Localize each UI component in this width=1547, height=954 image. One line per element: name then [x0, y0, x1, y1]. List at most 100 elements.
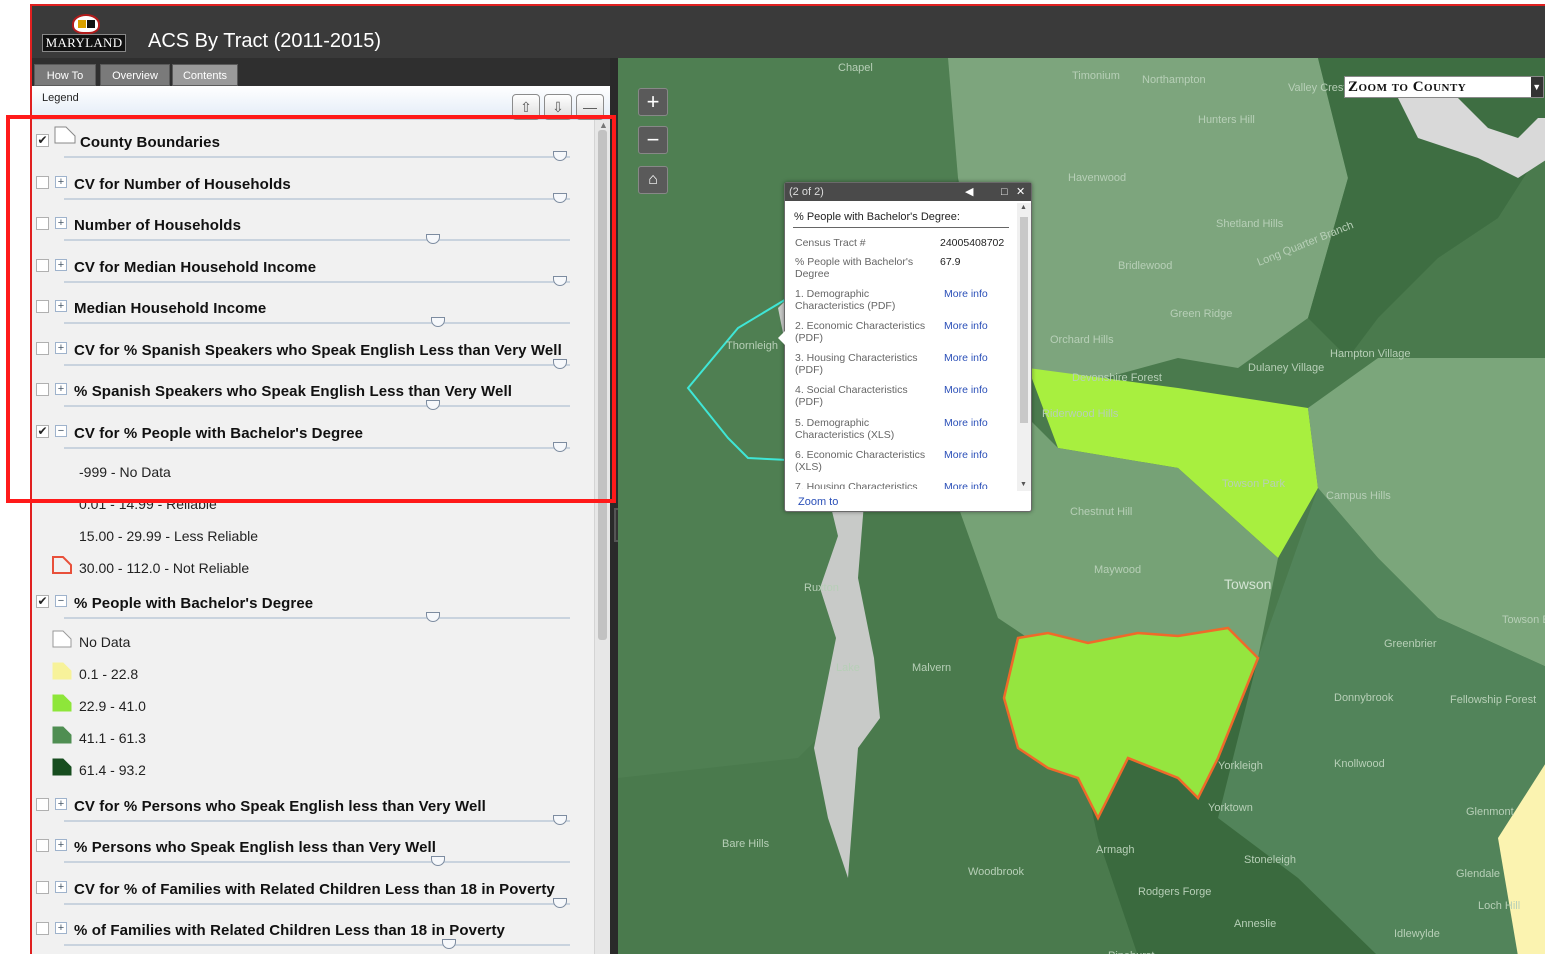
transparency-slider[interactable] — [64, 939, 570, 949]
slider-handle[interactable] — [552, 151, 567, 161]
previous-feature-icon[interactable]: ◀ — [965, 183, 973, 201]
expand-icon[interactable]: + — [55, 217, 67, 229]
collapse-icon[interactable]: − — [55, 425, 67, 437]
layer-name: % of Families with Related Children Less… — [74, 922, 506, 939]
layer-visibility-checkbox[interactable] — [36, 259, 49, 272]
zoom-in-button[interactable]: + — [638, 88, 668, 116]
expand-icon[interactable]: + — [55, 176, 67, 188]
layer-visibility-checkbox[interactable] — [36, 383, 49, 396]
popup-field-value: 67.9 — [940, 256, 961, 268]
home-button[interactable]: ⌂ — [638, 166, 668, 194]
more-info-link[interactable]: More info — [944, 288, 988, 300]
transparency-slider[interactable] — [64, 151, 570, 161]
layer-visibility-checkbox[interactable] — [36, 922, 49, 935]
maximize-icon[interactable]: □ — [1001, 183, 1008, 201]
expand-icon[interactable]: + — [55, 259, 67, 271]
layer-visibility-checkbox[interactable]: ✔ — [36, 134, 49, 147]
layer-visibility-checkbox[interactable] — [36, 176, 49, 189]
expand-icon[interactable]: + — [55, 922, 67, 934]
zoom-out-button[interactable]: − — [638, 126, 668, 154]
zoom-to-county-select[interactable]: Zoom to County ▼ — [1344, 76, 1544, 98]
layer-visibility-checkbox[interactable]: ✔ — [36, 595, 49, 608]
move-down-button[interactable]: ⇩ — [544, 94, 572, 120]
slider-handle[interactable] — [426, 400, 441, 410]
map-view[interactable]: Chapel Timonium Northampton Valley Crest Hun… — [618, 58, 1547, 954]
legend-title: Legend — [42, 92, 79, 104]
layer-visibility-checkbox[interactable] — [36, 798, 49, 811]
slider-handle[interactable] — [431, 317, 446, 327]
more-info-link[interactable]: More info — [944, 449, 988, 461]
layer-visibility-checkbox[interactable] — [36, 839, 49, 852]
scroll-up-icon[interactable]: ▲ — [599, 120, 608, 130]
more-info-link[interactable]: More info — [944, 320, 988, 332]
map-place-label: Chestnut Hill — [1070, 506, 1133, 518]
slider-handle[interactable] — [552, 442, 567, 452]
layer-name: CV for % of Families with Related Childr… — [74, 881, 555, 898]
more-info-link[interactable]: More info — [944, 417, 988, 429]
slider-handle[interactable] — [426, 612, 441, 622]
map-place-label: Hampton Village — [1330, 348, 1411, 360]
popup-field-name: 6. Economic Characteristics (XLS) — [795, 449, 926, 473]
map-place-label: Maywood — [1094, 564, 1142, 576]
layer-list: ✔ County Boundaries + CV for Number of Hous… — [32, 120, 594, 954]
map-place-label: Chapel — [838, 62, 873, 74]
collapse-all-button[interactable]: — — [576, 94, 604, 120]
legend-label: 30.00 - 112.0 - Not Reliable — [79, 560, 250, 576]
layer-row: + % Spanish Speakers who Speak English Le… — [32, 369, 592, 411]
tab-how-to[interactable]: How To — [34, 64, 96, 86]
legend-label: 22.9 - 41.0 — [79, 698, 146, 714]
close-icon[interactable]: ✕ — [1016, 183, 1025, 201]
layer-visibility-checkbox[interactable] — [36, 217, 49, 230]
layer-visibility-checkbox[interactable] — [36, 342, 49, 355]
transparency-slider[interactable] — [64, 612, 570, 622]
popup-scrollbar-thumb[interactable] — [1020, 217, 1028, 423]
transparency-slider[interactable] — [64, 193, 570, 203]
legend-scrollbar[interactable]: ▲ — [594, 120, 610, 954]
transparency-slider[interactable] — [64, 234, 570, 244]
more-info-link[interactable]: More info — [944, 352, 988, 364]
slider-handle[interactable] — [426, 234, 441, 244]
more-info-link[interactable]: More info — [944, 481, 988, 489]
scroll-down-icon[interactable]: ▼ — [1020, 481, 1027, 488]
slider-handle[interactable] — [441, 939, 456, 949]
expand-icon[interactable]: + — [55, 881, 67, 893]
slider-handle[interactable] — [552, 276, 567, 286]
expand-icon[interactable]: + — [55, 300, 67, 312]
map-place-label: Anneslie — [1234, 918, 1277, 930]
scroll-up-icon[interactable]: ▲ — [1020, 204, 1027, 211]
map-place-label: Knollwood — [1334, 758, 1385, 770]
tab-contents[interactable]: Contents — [172, 64, 238, 86]
legend-panel: Legend ⇧ ⇩ — ✔ County Boundaries + CV for N… — [32, 86, 610, 954]
slider-handle[interactable] — [552, 359, 567, 369]
zoom-to-link[interactable]: Zoom to — [798, 496, 838, 508]
expand-icon[interactable]: + — [55, 839, 67, 851]
transparency-slider[interactable] — [64, 442, 570, 452]
move-up-button[interactable]: ⇧ — [512, 94, 540, 120]
slider-handle[interactable] — [552, 815, 567, 825]
layer-visibility-checkbox[interactable] — [36, 300, 49, 313]
transparency-slider[interactable] — [64, 815, 570, 825]
layer-visibility-checkbox[interactable]: ✔ — [36, 425, 49, 438]
layer-name: % People with Bachelor's Degree — [74, 595, 314, 612]
transparency-slider[interactable] — [64, 898, 570, 908]
map-place-label: Towson — [1224, 576, 1272, 592]
popup-body: Census Tract # 24005408702 % People with B… — [785, 231, 1017, 489]
transparency-slider[interactable] — [64, 359, 570, 369]
tab-overview[interactable]: Overview — [100, 64, 170, 86]
collapse-icon[interactable]: − — [55, 595, 67, 607]
more-info-link[interactable]: More info — [944, 384, 988, 396]
transparency-slider[interactable] — [64, 276, 570, 286]
layer-visibility-checkbox[interactable] — [36, 881, 49, 894]
popup-scrollbar[interactable]: ▲ ▼ — [1017, 203, 1031, 491]
transparency-slider[interactable] — [64, 856, 570, 866]
expand-icon[interactable]: + — [55, 383, 67, 395]
slider-handle[interactable] — [552, 193, 567, 203]
slider-handle[interactable] — [552, 898, 567, 908]
maryland-logo[interactable]: MARYLAND — [42, 14, 126, 54]
expand-icon[interactable]: + — [55, 342, 67, 354]
slider-handle[interactable] — [431, 856, 446, 866]
expand-icon[interactable]: + — [55, 798, 67, 810]
transparency-slider[interactable] — [64, 317, 570, 327]
transparency-slider[interactable] — [64, 400, 570, 410]
scrollbar-thumb[interactable] — [598, 130, 607, 640]
